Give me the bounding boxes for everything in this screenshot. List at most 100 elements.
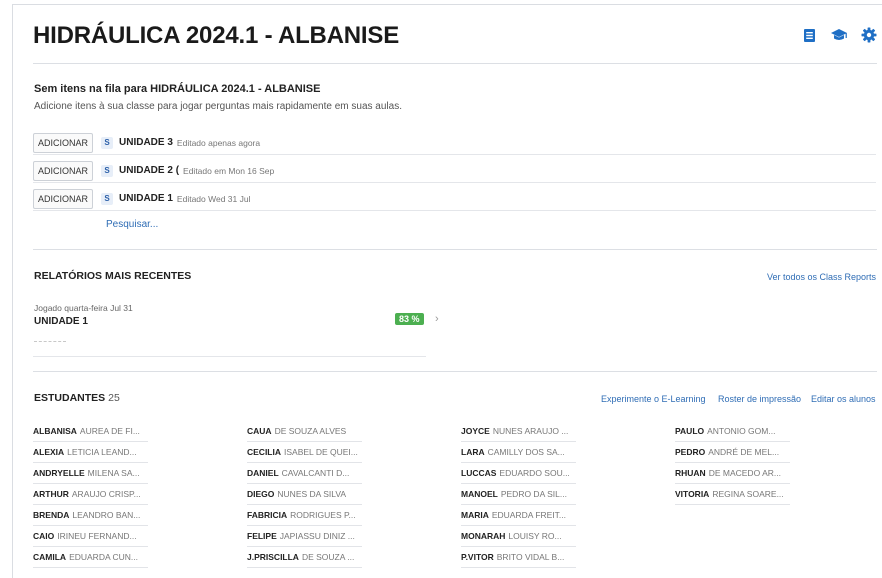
- student-first-name: ARTHUR: [33, 489, 69, 499]
- header-icons: [800, 26, 878, 44]
- queue-item-edited: Editado apenas agora: [176, 137, 261, 148]
- student-first-name: CAUA: [247, 426, 272, 436]
- view-all-reports-link[interactable]: Ver todos os Class Reports: [767, 272, 876, 282]
- student-last-name: DE SOUZA ALVES: [274, 426, 347, 436]
- student-item[interactable]: ARTHUR ARAUJO CRISP...: [33, 484, 148, 505]
- student-item[interactable]: PEDRO ANDRÉ DE MEL...: [675, 442, 790, 463]
- student-last-name: ISABEL DE QUEI...: [284, 447, 358, 457]
- student-first-name: MANOEL: [461, 489, 498, 499]
- score-badge: 83 %: [395, 313, 424, 325]
- student-last-name: LEANDRO BAN...: [72, 510, 141, 520]
- report-placeholder-line: [34, 341, 66, 342]
- student-item[interactable]: DANIEL CAVALCANTI D...: [247, 463, 362, 484]
- queue-empty-title: Sem itens na fila para HIDRÁULICA 2024.1…: [34, 83, 321, 95]
- document-icon[interactable]: [800, 26, 818, 44]
- student-last-name: PEDRO DA SIL...: [500, 489, 567, 499]
- header-divider: [33, 63, 877, 64]
- student-item[interactable]: CECILIA ISABEL DE QUEI...: [247, 442, 362, 463]
- student-last-name: IRINEU FERNAND...: [57, 531, 137, 541]
- student-item[interactable]: MONARAH LOUISY RO...: [461, 526, 576, 547]
- student-item[interactable]: LUCCAS EDUARDO SOU...: [461, 463, 576, 484]
- queue-item: ADICIONAR S UNIDADE 1 Editado Wed 31 Jul: [33, 187, 876, 211]
- queue-item-name[interactable]: UNIDADE 3: [119, 137, 173, 148]
- student-last-name: EDUARDO SOU...: [499, 468, 570, 478]
- student-last-name: ARAUJO CRISP...: [71, 489, 141, 499]
- student-last-name: REGINA SOARE...: [712, 489, 784, 499]
- queue-item: ADICIONAR S UNIDADE 3 Editado apenas ago…: [33, 131, 876, 155]
- elearning-link[interactable]: Experimente o E-Learning: [601, 394, 706, 404]
- student-item[interactable]: MANOEL PEDRO DA SIL...: [461, 484, 576, 505]
- report-item[interactable]: Jogado quarta-feira Jul 31 UNIDADE 1 83 …: [33, 300, 439, 357]
- student-first-name: P.VITOR: [461, 552, 494, 562]
- search-link[interactable]: Pesquisar...: [106, 219, 158, 230]
- queue-item-name[interactable]: UNIDADE 1: [119, 193, 173, 204]
- graduation-cap-icon[interactable]: [830, 26, 848, 44]
- student-first-name: LUCCAS: [461, 468, 497, 478]
- student-item[interactable]: JOYCE NUNES ARAUJO ...: [461, 421, 576, 442]
- student-last-name: DE MACEDO AR...: [708, 468, 781, 478]
- student-last-name: LETICIA LEAND...: [67, 447, 137, 457]
- student-first-name: ALEXIA: [33, 447, 65, 457]
- student-first-name: FABRICIA: [247, 510, 288, 520]
- students-column: CAUA DE SOUZA ALVES CECILIA ISABEL DE QUEI…: [247, 421, 362, 568]
- add-button[interactable]: ADICIONAR: [33, 160, 94, 181]
- report-played-date: Jogado quarta-feira Jul 31: [34, 303, 133, 313]
- print-roster-link[interactable]: Roster de impressão: [718, 394, 801, 404]
- student-last-name: BRITO VIDAL B...: [496, 552, 565, 562]
- quiz-type-badge: S: [101, 164, 114, 177]
- student-last-name: AUREA DE FI...: [79, 426, 140, 436]
- students-column: PAULO ANTONIO GOM... PEDRO ANDRÉ DE MEL...…: [675, 421, 790, 505]
- add-button[interactable]: ADICIONAR: [33, 188, 94, 209]
- student-first-name: DANIEL: [247, 468, 279, 478]
- student-item[interactable]: ANDRYELLE MILENA SA...: [33, 463, 148, 484]
- student-first-name: LARA: [461, 447, 485, 457]
- student-item[interactable]: CAIO IRINEU FERNAND...: [33, 526, 148, 547]
- student-first-name: ALBANISA: [33, 426, 77, 436]
- student-item[interactable]: VITORIA REGINA SOARE...: [675, 484, 790, 505]
- section-divider: [33, 371, 877, 372]
- student-first-name: FELIPE: [247, 531, 277, 541]
- student-item[interactable]: PAULO ANTONIO GOM...: [675, 421, 790, 442]
- student-item[interactable]: J.PRISCILLA DE SOUZA ...: [247, 547, 362, 568]
- quiz-type-badge: S: [101, 192, 114, 205]
- student-last-name: ANDRÉ DE MEL...: [708, 447, 780, 457]
- edit-students-link[interactable]: Editar os alunos: [811, 394, 876, 404]
- student-item[interactable]: MARIA EDUARDA FREIT...: [461, 505, 576, 526]
- student-first-name: JOYCE: [461, 426, 490, 436]
- student-item[interactable]: FELIPE JAPIASSU DINIZ ...: [247, 526, 362, 547]
- student-item[interactable]: CAMILA EDUARDA CUN...: [33, 547, 148, 568]
- students-title-text: ESTUDANTES: [34, 392, 106, 404]
- student-item[interactable]: CAUA DE SOUZA ALVES: [247, 421, 362, 442]
- student-item[interactable]: LARA CAMILLY DOS SA...: [461, 442, 576, 463]
- students-column: JOYCE NUNES ARAUJO ... LARA CAMILLY DOS SA…: [461, 421, 576, 568]
- student-last-name: EDUARDA CUN...: [69, 552, 139, 562]
- student-first-name: CECILIA: [247, 447, 281, 457]
- student-item[interactable]: P.VITOR BRITO VIDAL B...: [461, 547, 576, 568]
- student-item[interactable]: RHUAN DE MACEDO AR...: [675, 463, 790, 484]
- student-last-name: NUNES ARAUJO ...: [492, 426, 569, 436]
- student-item[interactable]: ALBANISA AUREA DE FI...: [33, 421, 148, 442]
- students-title: ESTUDANTES 25: [34, 392, 120, 404]
- student-first-name: PAULO: [675, 426, 705, 436]
- student-last-name: LOUISY RO...: [508, 531, 562, 541]
- student-item[interactable]: ALEXIA LETICIA LEAND...: [33, 442, 148, 463]
- student-first-name: MONARAH: [461, 531, 506, 541]
- student-last-name: DE SOUZA ...: [301, 552, 355, 562]
- student-first-name: VITORIA: [675, 489, 710, 499]
- queue-item: ADICIONAR S UNIDADE 2 ( Editado em Mon 1…: [33, 159, 876, 183]
- quiz-type-badge: S: [101, 136, 114, 149]
- gear-icon[interactable]: [860, 26, 878, 44]
- student-first-name: RHUAN: [675, 468, 706, 478]
- add-button[interactable]: ADICIONAR: [33, 132, 94, 153]
- student-last-name: NUNES DA SILVA: [277, 489, 347, 499]
- student-item[interactable]: FABRICIA RODRIGUES P...: [247, 505, 362, 526]
- queue-empty-subtitle: Adicione itens à sua classe para jogar p…: [34, 101, 402, 112]
- student-first-name: MARIA: [461, 510, 489, 520]
- queue-item-name[interactable]: UNIDADE 2 (: [119, 165, 179, 176]
- page-title: HIDRÁULICA 2024.1 - ALBANISE: [33, 22, 400, 49]
- student-item[interactable]: DIEGO NUNES DA SILVA: [247, 484, 362, 505]
- reports-title: RELATÓRIOS MAIS RECENTES: [34, 270, 192, 282]
- student-item[interactable]: BRENDA LEANDRO BAN...: [33, 505, 148, 526]
- student-last-name: EDUARDA FREIT...: [491, 510, 567, 520]
- section-divider: [33, 249, 877, 250]
